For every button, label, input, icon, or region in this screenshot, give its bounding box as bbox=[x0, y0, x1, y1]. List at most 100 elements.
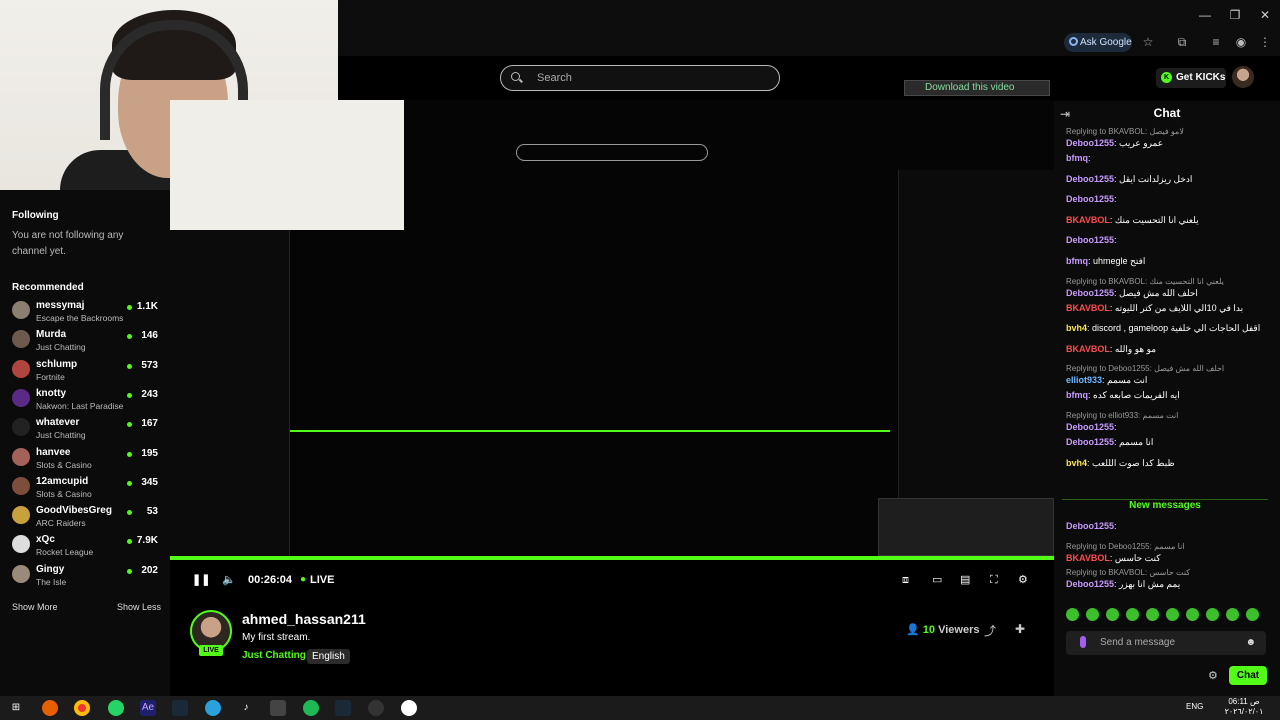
chat-message[interactable]: bvh4: discord , gameloop اقفل الحاجات ال… bbox=[1066, 322, 1272, 334]
emoji-icon[interactable]: ☻ bbox=[1245, 631, 1256, 655]
steam-2-icon[interactable] bbox=[335, 700, 351, 716]
chat-username[interactable]: Deboo1255 bbox=[1066, 288, 1114, 298]
chrome-icon[interactable] bbox=[74, 700, 90, 716]
chat-username[interactable]: elliot933 bbox=[1066, 375, 1102, 385]
pip-icon[interactable]: ⧈ bbox=[902, 570, 909, 590]
chat-message[interactable]: Deboo1255: عمرو عريب bbox=[1066, 137, 1272, 149]
chat-message[interactable]: bvh4: ظبط كدا صوت الللعب bbox=[1066, 457, 1272, 469]
stream-category[interactable]: Just Chatting bbox=[242, 650, 306, 661]
chat-username[interactable]: Deboo1255 bbox=[1066, 235, 1114, 245]
system-clock[interactable]: 06:11 ص ٢٠٢٦/٠٢/٠١ bbox=[1214, 697, 1274, 717]
obs-icon[interactable] bbox=[401, 700, 417, 716]
sidebar-channel-item[interactable]: messymaj Escape the Backrooms 1.1K bbox=[12, 298, 164, 326]
chat-message[interactable]: bfmq: bbox=[1066, 152, 1272, 164]
capcut-icon[interactable] bbox=[270, 700, 286, 716]
sidebar-channel-item[interactable]: whatever Just Chatting 167 bbox=[12, 415, 164, 443]
video-progress-bar[interactable] bbox=[170, 556, 1054, 560]
close-window-icon[interactable]: ✕ bbox=[1250, 6, 1280, 24]
follow-user-icon[interactable]: ✚ bbox=[1015, 622, 1025, 636]
chat-message-input[interactable]: Send a message ☻ bbox=[1066, 631, 1266, 655]
sidebar-channel-item[interactable]: 12amcupid Slots & Casino 345 bbox=[12, 474, 164, 502]
chat-username[interactable]: bfmq bbox=[1066, 256, 1088, 266]
search-input[interactable]: Search bbox=[500, 65, 780, 91]
settings-gear-icon[interactable]: ⚙ bbox=[1018, 570, 1028, 590]
whatsapp-icon[interactable] bbox=[108, 700, 124, 716]
chat-username[interactable]: Deboo1255 bbox=[1066, 521, 1114, 531]
chat-message[interactable]: BKAVBOL: يلعني انا التحسيت منك bbox=[1066, 214, 1272, 226]
browser-menu-icon[interactable]: ⋮ bbox=[1258, 35, 1272, 49]
tiktok-icon[interactable]: ♪ bbox=[238, 700, 254, 716]
davinci-icon[interactable] bbox=[368, 700, 384, 716]
chat-message[interactable]: bfmq: uhmegle افتح bbox=[1066, 255, 1272, 267]
extensions-icon[interactable]: ⧉ bbox=[1175, 35, 1189, 49]
chat-username[interactable]: bvh4 bbox=[1066, 323, 1087, 333]
sidebar-channel-item[interactable]: schlump Fortnite 573 bbox=[12, 357, 164, 385]
chat-username[interactable]: bfmq bbox=[1066, 153, 1088, 163]
telegram-icon[interactable] bbox=[205, 700, 221, 716]
chat-username[interactable]: Deboo1255 bbox=[1066, 422, 1114, 432]
chat-send-button[interactable]: Chat bbox=[1229, 666, 1267, 685]
chat-message[interactable]: Deboo1255: bbox=[1066, 193, 1272, 205]
fullscreen-icon[interactable]: ⛶ bbox=[990, 570, 998, 590]
theater-icon[interactable]: ▭ bbox=[932, 570, 942, 590]
chat-message[interactable]: Deboo1255: bbox=[1066, 234, 1272, 246]
steam-icon[interactable] bbox=[172, 700, 188, 716]
user-avatar[interactable] bbox=[1232, 66, 1254, 88]
chat-message[interactable]: Deboo1255: bbox=[1066, 421, 1272, 433]
get-kicks-button[interactable]: K Get KICKs bbox=[1156, 68, 1226, 88]
chat-username[interactable]: BKAVBOL bbox=[1066, 215, 1110, 225]
chat-username[interactable]: BKAVBOL bbox=[1066, 303, 1110, 313]
chat-message[interactable]: Deboo1255: ادخل ريزلدانت ايقل bbox=[1066, 173, 1272, 185]
download-video-bar[interactable]: Download this video bbox=[904, 80, 1050, 96]
show-more-button[interactable]: Show More bbox=[12, 602, 58, 612]
profile-icon[interactable]: ◉ bbox=[1234, 35, 1248, 49]
spotify-icon[interactable] bbox=[303, 700, 319, 716]
chat-message[interactable]: BKAVBOL: بدا في 10الي اللايف من كتر اللي… bbox=[1066, 302, 1272, 314]
streamer-name[interactable]: ahmed_hassan211 bbox=[242, 611, 366, 627]
sidebar-channel-item[interactable]: Gingy The Isle 202 bbox=[12, 562, 164, 590]
chat-message[interactable]: BKAVBOL: كنت حاسس bbox=[1066, 552, 1272, 564]
sidebar-channel-item[interactable]: hanvee Slots & Casino 195 bbox=[12, 445, 164, 473]
pause-icon[interactable]: ❚❚ bbox=[192, 570, 210, 590]
chat-message[interactable]: bfmq: ايه الفريمات صابعه كده bbox=[1066, 389, 1272, 401]
show-less-button[interactable]: Show Less bbox=[117, 602, 161, 612]
chat-message[interactable]: Deboo1255: bbox=[1066, 520, 1272, 532]
emote-bar[interactable] bbox=[1066, 608, 1272, 624]
chat-username[interactable]: bfmq bbox=[1066, 390, 1088, 400]
chat-username[interactable]: Deboo1255 bbox=[1066, 194, 1114, 204]
language-indicator[interactable]: ENG bbox=[1186, 702, 1203, 711]
chat-username[interactable]: Deboo1255 bbox=[1066, 138, 1114, 148]
microphone-icon[interactable] bbox=[1080, 636, 1086, 648]
sidebar-channel-item[interactable]: GoodVibesGreg ARC Raiders 53 bbox=[12, 503, 164, 531]
clip-icon[interactable]: ▤ bbox=[960, 570, 970, 590]
chat-username[interactable]: Deboo1255 bbox=[1066, 437, 1114, 447]
chat-username[interactable]: bvh4 bbox=[1066, 458, 1087, 468]
new-messages-divider[interactable]: New messages bbox=[1062, 499, 1268, 511]
windows-update-toast[interactable] bbox=[878, 498, 1054, 556]
bookmark-star-icon[interactable]: ☆ bbox=[1141, 35, 1155, 49]
firefox-icon[interactable] bbox=[42, 700, 58, 716]
chat-message[interactable]: BKAVBOL: مو هو والله bbox=[1066, 343, 1272, 355]
minimize-window-icon[interactable]: — bbox=[1190, 6, 1220, 24]
chat-message[interactable]: Deboo1255: يمم مش انا بهزر bbox=[1066, 578, 1272, 590]
windows-start-icon[interactable]: ⊞ bbox=[8, 700, 24, 716]
stream-video-feed[interactable] bbox=[170, 100, 1054, 558]
chat-settings-icon[interactable]: ⚙ bbox=[1208, 669, 1218, 682]
chat-username[interactable]: Deboo1255 bbox=[1066, 579, 1114, 589]
share-icon[interactable]: ⤴ bbox=[984, 622, 996, 639]
volume-icon[interactable]: 🔈 bbox=[222, 570, 236, 590]
chat-username[interactable]: BKAVBOL bbox=[1066, 344, 1110, 354]
sidebar-channel-item[interactable]: xQc Rocket League 7.9K bbox=[12, 532, 164, 560]
chat-message[interactable]: Deboo1255: انا مسمم bbox=[1066, 436, 1272, 448]
chat-message[interactable]: elliot933: انت مسمم bbox=[1066, 374, 1272, 386]
sidebar-channel-item[interactable]: knotty Nakwon: Last Paradise 243 bbox=[12, 386, 164, 414]
chat-username[interactable]: Deboo1255 bbox=[1066, 174, 1114, 184]
restore-window-icon[interactable]: ❐ bbox=[1220, 6, 1250, 24]
chat-message[interactable]: Deboo1255: احلف الله مش فيصل bbox=[1066, 287, 1272, 299]
media-controls-icon[interactable]: ≡ bbox=[1209, 35, 1223, 49]
stream-language-tag[interactable]: English bbox=[307, 649, 350, 664]
ask-google-button[interactable]: Ask Google bbox=[1064, 33, 1132, 52]
after-effects-icon[interactable]: Ae bbox=[140, 700, 156, 716]
chat-username[interactable]: BKAVBOL bbox=[1066, 553, 1110, 563]
sidebar-channel-item[interactable]: Murda Just Chatting 146 bbox=[12, 327, 164, 355]
